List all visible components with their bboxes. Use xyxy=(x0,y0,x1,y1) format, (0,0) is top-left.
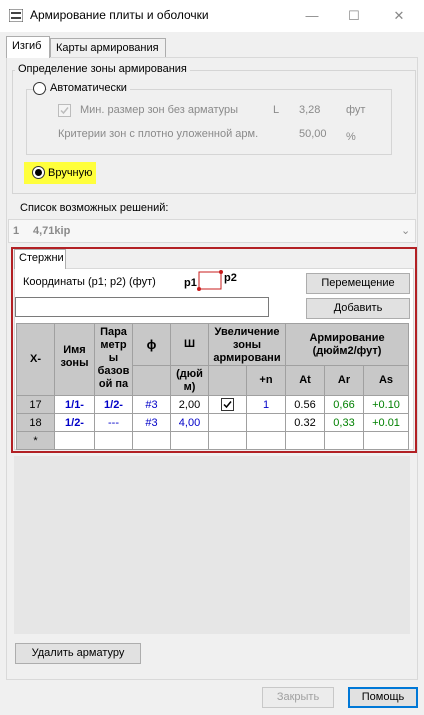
header-increase-empty xyxy=(208,365,247,396)
row-x[interactable]: 18 xyxy=(16,413,55,432)
auto-radio[interactable] xyxy=(33,82,46,95)
header-sh[interactable]: Ш xyxy=(170,323,209,366)
title-bar: Армирование плиты и оболочки — ☐ ✕ xyxy=(0,0,424,32)
header-phi[interactable]: ϕ xyxy=(132,323,171,366)
window-title: Армирование плиты и оболочки xyxy=(30,8,209,22)
header-ar[interactable]: Ar xyxy=(324,365,365,396)
solutions-dropdown[interactable]: 1 4,71kip ⌄ xyxy=(8,219,416,243)
min-size-var: L xyxy=(273,104,280,116)
row-x[interactable]: 17 xyxy=(16,395,55,414)
min-size-checkbox[interactable] xyxy=(58,104,71,117)
move-button-label: Перемещение xyxy=(321,277,395,289)
row-increase[interactable] xyxy=(208,395,247,414)
new-cell[interactable] xyxy=(208,431,247,450)
table-row-new[interactable]: * xyxy=(16,431,410,450)
header-reinforcement[interactable]: Армирование (дюйм2/фут) xyxy=(285,323,410,366)
p1-label: p1 xyxy=(184,277,197,289)
row-at: 0.56 xyxy=(285,395,326,414)
manual-radio-label: Вручную xyxy=(48,167,93,179)
solution-index: 1 xyxy=(13,225,20,237)
add-button[interactable]: Добавить xyxy=(306,298,410,319)
auto-subgroup xyxy=(26,89,392,155)
tab-reinforcement-maps[interactable]: Карты армирования xyxy=(50,38,166,58)
row-as: +0.01 xyxy=(363,413,410,432)
row-n[interactable]: 1 xyxy=(245,395,287,414)
help-button-label: Помощь xyxy=(361,691,405,703)
row-n[interactable] xyxy=(245,413,287,432)
header-at[interactable]: At xyxy=(285,365,326,396)
row-phi[interactable]: #3 xyxy=(132,413,171,432)
new-cell[interactable] xyxy=(54,431,95,450)
new-cell[interactable] xyxy=(245,431,287,450)
header-sh-unit: (дюй м) xyxy=(170,365,209,396)
zone-definition-legend: Определение зоны армирования xyxy=(15,63,190,75)
tab-bars[interactable]: Стержни xyxy=(14,249,66,269)
row-sh[interactable]: 4,00 xyxy=(170,413,209,432)
row-params[interactable]: --- xyxy=(94,413,133,432)
close-button-label: Закрыть xyxy=(276,691,320,703)
tab-label: Карты армирования xyxy=(56,42,159,54)
coords-input[interactable] xyxy=(15,297,269,317)
criteria-unit: % xyxy=(346,131,356,143)
p1-p2-icon xyxy=(197,270,223,291)
header-zone-name[interactable]: Имя зоны xyxy=(54,323,95,396)
help-button[interactable]: Помощь xyxy=(348,687,418,708)
row-increase[interactable] xyxy=(208,413,247,432)
app-icon xyxy=(9,9,23,22)
new-cell[interactable] xyxy=(170,431,209,450)
minimize-button[interactable]: — xyxy=(302,6,322,26)
bars-table: X- Имя зоны Пара метр ы базов ой па ϕ Ш … xyxy=(16,323,410,450)
header-plus-n[interactable]: +n xyxy=(245,365,287,396)
new-cell[interactable] xyxy=(363,431,410,450)
close-window-button[interactable]: ✕ xyxy=(389,6,409,26)
solutions-label: Список возможных решений: xyxy=(20,202,169,214)
row-params[interactable]: 1/2- xyxy=(94,395,133,414)
add-button-label: Добавить xyxy=(333,302,383,314)
header-params[interactable]: Пара метр ы базов ой па xyxy=(94,323,133,396)
row-as: +0.10 xyxy=(363,395,410,414)
header-x[interactable]: X- xyxy=(16,323,55,396)
p2-label: p2 xyxy=(224,272,237,284)
min-size-value[interactable]: 3,28 xyxy=(299,104,320,116)
min-size-label: Мин. размер зон без арматуры xyxy=(80,104,239,116)
header-as[interactable]: As xyxy=(363,365,410,396)
check-icon[interactable] xyxy=(221,398,234,411)
chevron-down-icon: ⌄ xyxy=(401,225,411,237)
coords-label: Координаты (p1; p2) (фут) xyxy=(23,276,156,288)
row-at: 0.32 xyxy=(285,413,326,432)
criteria-value[interactable]: 50,00 xyxy=(299,128,327,140)
bars-empty-area xyxy=(14,456,410,634)
min-size-unit: фут xyxy=(346,104,366,116)
header-phi-empty xyxy=(132,365,171,396)
new-cell[interactable] xyxy=(285,431,326,450)
row-ar: 0,66 xyxy=(324,395,365,414)
new-cell[interactable] xyxy=(324,431,365,450)
row-sh[interactable]: 2,00 xyxy=(170,395,209,414)
new-row-marker[interactable]: * xyxy=(16,431,55,450)
delete-reinforcement-button[interactable]: Удалить арматуру xyxy=(15,643,141,664)
tab-label: Стержни xyxy=(19,252,64,264)
check-icon xyxy=(60,107,69,115)
solution-value: 4,71kip xyxy=(33,225,71,237)
row-zone[interactable]: 1/2- xyxy=(54,413,95,432)
tab-bending[interactable]: Изгиб xyxy=(6,36,50,58)
delete-button-label: Удалить арматуру xyxy=(31,647,125,659)
row-phi[interactable]: #3 xyxy=(132,395,171,414)
new-cell[interactable] xyxy=(94,431,133,450)
maximize-button[interactable]: ☐ xyxy=(344,6,364,26)
table-row[interactable]: 17 1/1- 1/2- #3 2,00 1 0.56 0,66 +0.10 xyxy=(16,395,410,414)
row-ar: 0,33 xyxy=(324,413,365,432)
tab-label: Изгиб xyxy=(12,40,42,52)
new-cell[interactable] xyxy=(132,431,171,450)
close-button[interactable]: Закрыть xyxy=(262,687,334,708)
criteria-label: Критерии зон с плотно уложенной арм. xyxy=(58,128,259,140)
manual-radio[interactable] xyxy=(32,166,45,179)
row-zone[interactable]: 1/1- xyxy=(54,395,95,414)
auto-radio-label: Автоматически xyxy=(47,82,130,94)
move-button[interactable]: Перемещение xyxy=(306,273,410,294)
header-increase[interactable]: Увеличение зоны армировани xyxy=(207,323,287,366)
table-row[interactable]: 18 1/2- --- #3 4,00 0.32 0,33 +0.01 xyxy=(16,413,410,432)
